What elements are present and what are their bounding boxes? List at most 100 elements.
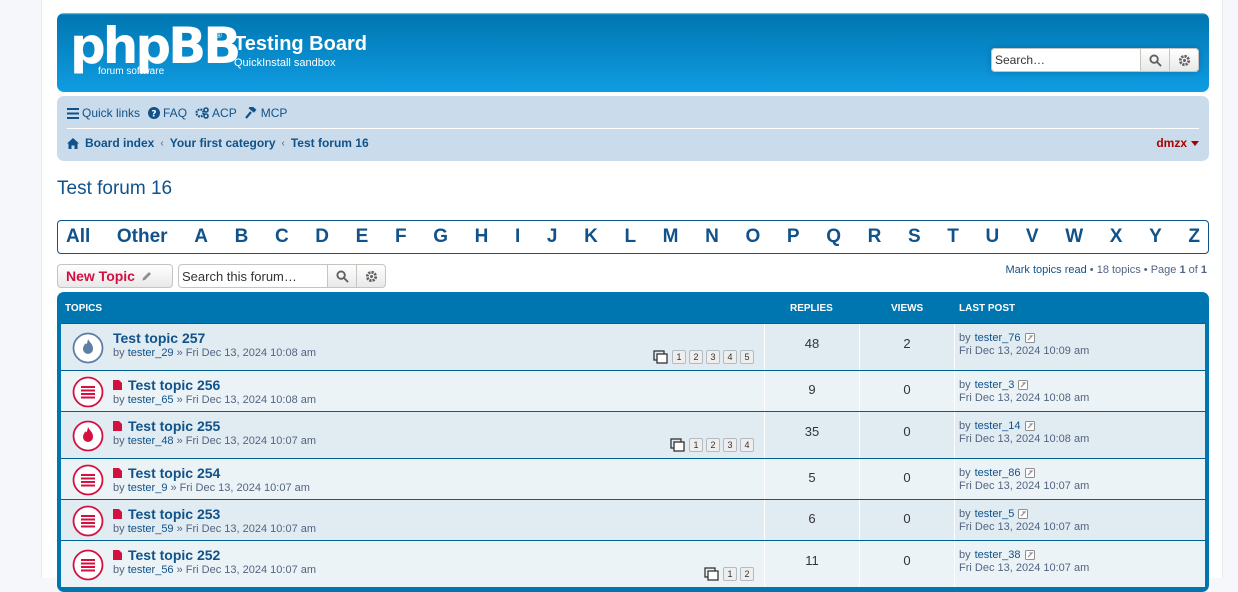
topic-author-link[interactable]: tester_29 — [128, 347, 174, 359]
alpha-filter-y[interactable]: Y — [1149, 226, 1162, 248]
breadcrumb-forum[interactable]: Test forum 16 — [291, 136, 369, 150]
alpha-filter-d[interactable]: D — [315, 226, 329, 248]
alpha-filter-h[interactable]: H — [475, 226, 489, 248]
new-post-icon[interactable] — [113, 421, 122, 431]
alpha-filter-other[interactable]: Other — [117, 226, 168, 248]
topic-title-link[interactable]: Test topic 255 — [128, 418, 220, 434]
topic-list-header: TOPICS REPLIES VIEWS LAST POST — [61, 292, 1205, 323]
views-cell: 0 — [859, 541, 954, 587]
mcp-link[interactable]: MCP — [244, 106, 287, 120]
header-search-input[interactable]: Search… — [991, 48, 1141, 72]
replies-count: 35 — [804, 424, 820, 439]
alpha-filter-s[interactable]: S — [908, 226, 921, 248]
alpha-filter-i[interactable]: I — [515, 226, 520, 248]
topic-rows: Test topic 257 by tester_29 » Fri Dec 13,… — [61, 323, 1205, 587]
last-post-meta: by tester_76 — [959, 332, 1035, 344]
go-to-post-icon[interactable] — [1024, 333, 1035, 343]
topic-page-link[interactable]: 3 — [723, 438, 737, 452]
topic-page-link[interactable]: 4 — [740, 438, 754, 452]
faq-link[interactable]: ? FAQ — [148, 106, 187, 120]
new-post-icon[interactable] — [113, 380, 122, 390]
topic-title: Test topic 253 — [113, 506, 220, 522]
forum-advanced-search-button[interactable] — [357, 264, 386, 288]
topic-title: Test topic 255 — [113, 418, 220, 434]
topic-title-link[interactable]: Test topic 252 — [128, 547, 220, 563]
topic-author-link[interactable]: tester_59 — [128, 523, 174, 535]
topic-title-link[interactable]: Test topic 254 — [128, 465, 220, 481]
alpha-filter-o[interactable]: O — [745, 226, 760, 248]
topic-title-link[interactable]: Test topic 256 — [128, 377, 220, 393]
topic-page-link[interactable]: 3 — [706, 350, 720, 364]
site-logo[interactable]: phpBB forum software ® — [70, 21, 241, 77]
alpha-filter-e[interactable]: E — [356, 226, 369, 248]
topic-page-link[interactable]: 1 — [672, 350, 686, 364]
user-menu[interactable]: dmzx — [1156, 136, 1199, 150]
forum-search-button[interactable] — [328, 264, 357, 288]
topic-page-link[interactable]: 1 — [689, 438, 703, 452]
alpha-filter-j[interactable]: J — [547, 226, 558, 248]
topic-author-link[interactable]: tester_9 — [128, 482, 168, 494]
topic-title-link[interactable]: Test topic 257 — [113, 330, 205, 346]
views-cell: 0 — [859, 459, 954, 499]
breadcrumb-board-index[interactable]: Board index — [85, 136, 154, 150]
topic-page-link[interactable]: 4 — [723, 350, 737, 364]
topic-title-link[interactable]: Test topic 253 — [128, 506, 220, 522]
alpha-filter-q[interactable]: Q — [826, 226, 841, 248]
nav-links: Quick links ? FAQ ACP MCP — [67, 106, 287, 120]
alpha-filter-g[interactable]: G — [433, 226, 448, 248]
last-post-author-link[interactable]: tester_14 — [975, 420, 1021, 432]
acp-link[interactable]: ACP — [195, 106, 237, 120]
new-post-icon[interactable] — [113, 550, 122, 560]
alpha-filter-w[interactable]: W — [1065, 226, 1083, 248]
alpha-filter-b[interactable]: B — [235, 226, 249, 248]
alpha-filter-p[interactable]: P — [787, 226, 800, 248]
alpha-filter-m[interactable]: M — [663, 226, 679, 248]
new-post-icon[interactable] — [113, 509, 122, 519]
topic-page-link[interactable]: 2 — [689, 350, 703, 364]
go-to-post-icon[interactable] — [1024, 468, 1035, 478]
breadcrumb-category[interactable]: Your first category — [170, 136, 276, 150]
last-post-author-link[interactable]: tester_86 — [975, 467, 1021, 479]
go-to-post-icon[interactable] — [1024, 550, 1035, 560]
topic-author-link[interactable]: tester_65 — [128, 394, 174, 406]
alpha-filter-v[interactable]: V — [1026, 226, 1039, 248]
page-title[interactable]: Test forum 16 — [57, 178, 172, 200]
table-row: Test topic 253 by tester_59 » Fri Dec 13,… — [61, 499, 1205, 540]
new-topic-button[interactable]: New Topic — [57, 264, 173, 288]
alpha-filter-k[interactable]: K — [584, 226, 598, 248]
alpha-filter-c[interactable]: C — [275, 226, 289, 248]
quick-links-menu[interactable]: Quick links — [67, 106, 140, 120]
new-post-icon[interactable] — [113, 468, 122, 478]
go-to-post-icon[interactable] — [1018, 509, 1029, 519]
alpha-filter-a[interactable]: A — [194, 226, 208, 248]
topics-count: • 18 topics • Page — [1086, 264, 1180, 276]
topic-author-link[interactable]: tester_56 — [128, 564, 174, 576]
go-to-post-icon[interactable] — [1018, 380, 1029, 390]
last-post-author-link[interactable]: tester_5 — [975, 508, 1015, 520]
replies-cell: 11 — [764, 541, 859, 587]
last-post-author-link[interactable]: tester_76 — [975, 332, 1021, 344]
alpha-filter-u[interactable]: U — [986, 226, 1000, 248]
header-advanced-search-button[interactable] — [1170, 48, 1199, 72]
alpha-filter-all[interactable]: All — [66, 226, 90, 248]
topic-page-link[interactable]: 5 — [740, 350, 754, 364]
alpha-filter-l[interactable]: L — [624, 226, 636, 248]
alpha-filter-x[interactable]: X — [1110, 226, 1123, 248]
header-search: Search… — [991, 48, 1199, 72]
header-search-button[interactable] — [1141, 48, 1170, 72]
alpha-filter-z[interactable]: Z — [1188, 226, 1200, 248]
topic-page-link[interactable]: 1 — [723, 567, 737, 581]
forum-search-input[interactable]: Search this forum… — [178, 264, 328, 288]
last-post-author-link[interactable]: tester_38 — [975, 549, 1021, 561]
go-to-post-icon[interactable] — [1024, 421, 1035, 431]
alpha-filter-n[interactable]: N — [705, 226, 719, 248]
mark-topics-read-link[interactable]: Mark topics read — [1005, 264, 1086, 276]
topic-author-link[interactable]: tester_48 — [128, 435, 174, 447]
site-title[interactable]: Testing Board — [234, 33, 367, 56]
alpha-filter-t[interactable]: T — [947, 226, 959, 248]
topic-page-link[interactable]: 2 — [740, 567, 754, 581]
topic-page-link[interactable]: 2 — [706, 438, 720, 452]
last-post-author-link[interactable]: tester_3 — [975, 379, 1015, 391]
alpha-filter-r[interactable]: R — [868, 226, 882, 248]
alpha-filter-f[interactable]: F — [395, 226, 407, 248]
